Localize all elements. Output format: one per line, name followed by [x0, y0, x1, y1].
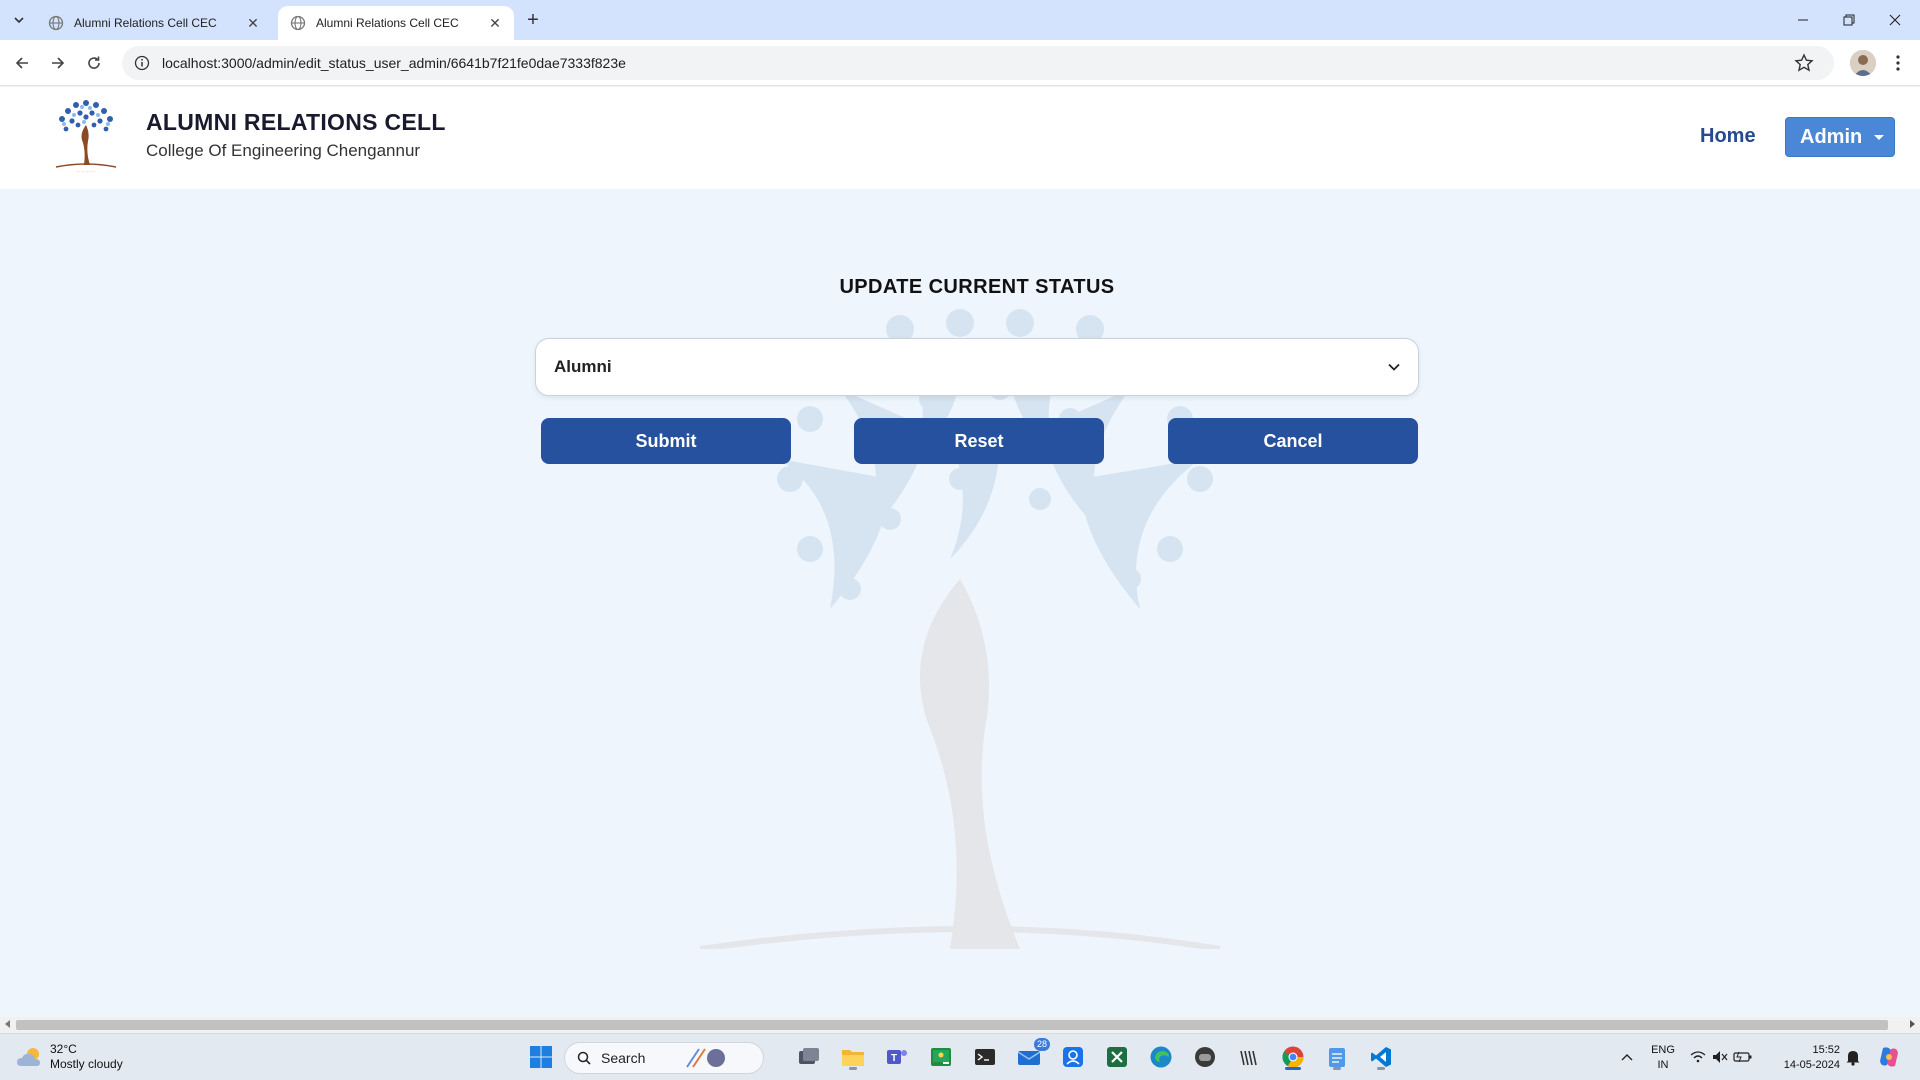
minimize-window-icon[interactable] [1780, 0, 1826, 40]
admin-dropdown-label: Admin [1800, 125, 1863, 148]
site-subtitle: College Of Engineering Chengannur [146, 141, 421, 160]
running-indicator [849, 1067, 857, 1070]
close-window-icon[interactable] [1872, 0, 1918, 40]
excel-icon[interactable] [1102, 1042, 1132, 1072]
chrome-icon[interactable] [1278, 1042, 1308, 1072]
browser-tab-inactive[interactable]: Alumni Relations Cell CEC ✕ [36, 6, 272, 40]
tree-watermark-image [700, 309, 1221, 949]
search-icon [577, 1051, 591, 1065]
classroom-icon[interactable] [926, 1042, 956, 1072]
restore-window-icon[interactable] [1826, 0, 1872, 40]
file-explorer-icon[interactable] [838, 1042, 868, 1072]
status-select[interactable]: Alumni [535, 338, 1419, 396]
site-title: ALUMNI RELATIONS CELL [146, 109, 446, 135]
clock-date: 14-05-2024 [1783, 1059, 1840, 1071]
mail-badge: 28 [1033, 1038, 1050, 1051]
clock[interactable]: 15:52 14-05-2024 [1768, 1043, 1840, 1073]
tab-title: Alumni Relations Cell CEC [316, 16, 459, 30]
scrollbar-thumb[interactable] [16, 1020, 1888, 1030]
close-tab-icon[interactable]: ✕ [244, 14, 262, 32]
status-select-value: Alumni [554, 357, 612, 376]
tab-search-chevron-icon[interactable] [6, 8, 32, 32]
task-view-icon[interactable] [794, 1042, 824, 1072]
browser-tab-bar: Alumni Relations Cell CEC ✕ Alumni Relat… [0, 0, 1920, 40]
wifi-icon [1690, 1051, 1706, 1063]
language-indicator[interactable]: ENG IN [1648, 1043, 1678, 1073]
mail-icon[interactable]: 28 [1014, 1038, 1050, 1072]
bookmark-star-icon[interactable] [1794, 53, 1814, 73]
admin-dropdown-button[interactable]: Admin [1785, 117, 1895, 157]
chevron-down-icon [1388, 363, 1400, 371]
weather-condition: Mostly cloudy [50, 1057, 123, 1071]
barcode-app-icon[interactable] [1234, 1042, 1264, 1072]
alumni-cell-logo: · · · · · · · · [55, 100, 117, 174]
taskbar-search-label: Search [601, 1050, 646, 1066]
game-app-icon[interactable] [1190, 1042, 1220, 1072]
close-tab-icon[interactable]: ✕ [486, 14, 504, 32]
copilot-icon[interactable] [1874, 1042, 1904, 1072]
url-text[interactable]: localhost:3000/admin/edit_status_user_ad… [162, 55, 626, 71]
reset-button[interactable]: Reset [854, 418, 1104, 464]
address-bar[interactable]: localhost:3000/admin/edit_status_user_ad… [122, 46, 1834, 80]
vpn-shield-icon[interactable] [1058, 1042, 1088, 1072]
language-code: ENG [1651, 1044, 1675, 1056]
terminal-icon[interactable] [970, 1042, 1000, 1072]
forward-arrow-icon[interactable] [44, 49, 72, 77]
notepad-icon[interactable] [1322, 1042, 1352, 1072]
clock-time: 15:52 [1812, 1044, 1840, 1056]
windows-start-icon[interactable] [526, 1042, 556, 1072]
battery-icon [1733, 1051, 1752, 1063]
cloudy-weather-icon [17, 1048, 40, 1066]
horizontal-scrollbar[interactable] [0, 1017, 1920, 1033]
weather-temperature: 32°C [50, 1042, 77, 1056]
teams-icon[interactable]: T [882, 1042, 912, 1072]
weather-widget[interactable]: 32°C Mostly cloudy [16, 1042, 123, 1072]
vscode-icon[interactable] [1366, 1042, 1396, 1072]
nav-home-link[interactable]: Home [1700, 125, 1756, 148]
site-header: · · · · · · · · ALUMNI RELATIONS CELL Co… [0, 87, 1920, 189]
cancel-button[interactable]: Cancel [1168, 418, 1418, 464]
speaker-muted-icon [1713, 1051, 1728, 1063]
back-arrow-icon[interactable] [8, 49, 36, 77]
reload-icon[interactable] [80, 49, 108, 77]
search-highlight-icon [686, 1048, 726, 1068]
site-info-icon[interactable] [134, 55, 150, 71]
edge-icon[interactable] [1146, 1042, 1176, 1072]
profile-avatar[interactable] [1850, 50, 1876, 76]
browser-toolbar: localhost:3000/admin/edit_status_user_ad… [0, 40, 1920, 86]
running-indicator [1285, 1067, 1301, 1070]
svg-text:· · · · · · · ·: · · · · · · · · [77, 169, 95, 174]
region-code: IN [1657, 1059, 1669, 1071]
globe-icon [290, 15, 306, 31]
windows-taskbar: 32°C Mostly cloudy Search T 28 ENG IN 15… [0, 1033, 1920, 1080]
system-tray-group[interactable] [1686, 1042, 1756, 1072]
globe-icon [48, 15, 64, 31]
scroll-right-icon[interactable] [1910, 1020, 1915, 1028]
form-title: UPDATE CURRENT STATUS [839, 276, 1115, 298]
svg-text:T: T [891, 1053, 897, 1064]
taskbar-search-box[interactable]: Search [564, 1042, 764, 1074]
new-tab-plus-icon[interactable]: + [520, 8, 546, 32]
tab-title: Alumni Relations Cell CEC [74, 16, 217, 30]
submit-button[interactable]: Submit [541, 418, 791, 464]
running-indicator [1333, 1067, 1341, 1070]
main-content: UPDATE CURRENT STATUS Alumni Submit Rese… [0, 189, 1920, 1017]
scroll-left-icon[interactable] [5, 1020, 10, 1028]
caret-down-icon [1874, 134, 1885, 140]
browser-menu-icon[interactable] [1886, 49, 1910, 77]
notification-bell-icon[interactable] [1838, 1042, 1868, 1072]
show-hidden-icons-chevron-icon[interactable] [1612, 1042, 1642, 1072]
browser-tab-active[interactable]: Alumni Relations Cell CEC ✕ [278, 6, 514, 40]
running-indicator [1377, 1067, 1385, 1070]
